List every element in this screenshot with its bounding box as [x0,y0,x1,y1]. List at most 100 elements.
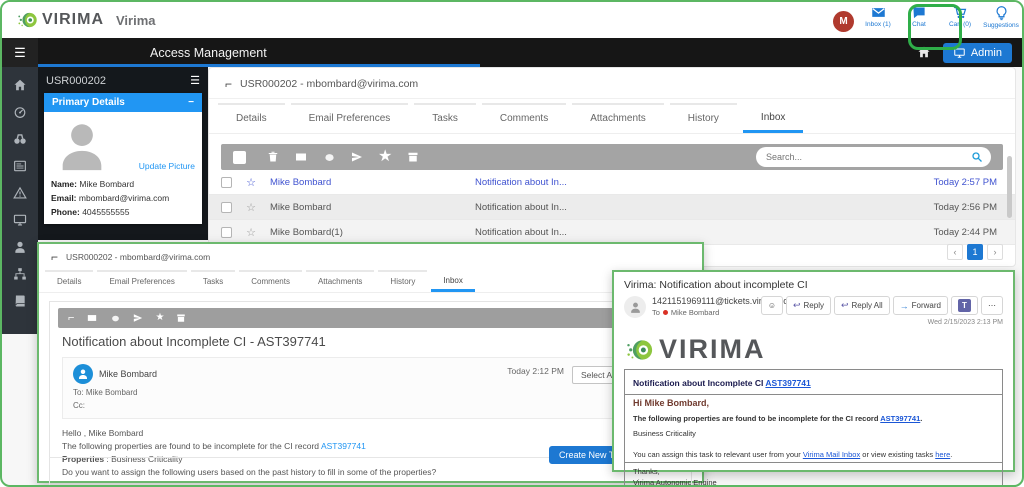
tab-details[interactable]: Details [218,103,285,133]
sender-avatar-icon [624,296,646,318]
inbox-button[interactable]: Inbox (1) [861,5,895,28]
tab-tasks[interactable]: Tasks [414,103,476,133]
teams-share-button[interactable]: T [951,296,978,315]
mark-read-icon[interactable] [110,314,121,323]
forward-button[interactable]: →Forward [893,296,948,315]
select-all-checkbox[interactable] [233,151,246,164]
tab-details[interactable]: Details [45,270,93,292]
mark-unread-icon[interactable] [294,151,308,163]
star-toggle-icon[interactable]: ☆ [232,226,270,239]
home-icon[interactable] [917,44,931,62]
tab-inbox[interactable]: Inbox [743,104,803,133]
ci-record-link[interactable]: AST397741 [880,414,920,423]
reply-arrow-icon: ↩ [793,300,801,311]
virima-logo-text: VIRIMA [42,11,104,29]
mark-read-icon[interactable] [323,152,336,163]
suggestions-button[interactable]: Suggestions [984,5,1018,29]
hamburger-menu-icon[interactable]: ☰ [2,38,38,67]
tab-history[interactable]: History [670,103,737,133]
tab-history[interactable]: History [378,270,427,292]
from-email: 1421151969111@tickets.virima.com [652,296,761,306]
sidebar-home-icon[interactable] [13,78,27,92]
tab-attachments[interactable]: Attachments [306,270,374,292]
email-date: Wed 2/15/2023 2:13 PM [761,319,1003,326]
outlook-email-window: Virima: Notification about incomplete CI… [612,270,1015,472]
row-checkbox[interactable] [221,177,232,188]
teams-icon: T [958,299,971,312]
row-checkbox[interactable] [221,202,232,213]
lightbulb-icon [994,5,1009,21]
admin-button[interactable]: Admin [943,43,1012,63]
virima-mail-inbox-link[interactable]: Virima Mail Inbox [803,450,860,459]
current-page-button[interactable]: 1 [967,244,983,260]
row-checkbox[interactable] [221,227,232,238]
sidebar-docs-icon[interactable] [13,294,27,308]
archive-icon[interactable] [407,151,419,163]
more-actions-button[interactable]: ⋯ [981,296,1003,315]
to-line: To: Mike Bombard [73,387,507,400]
chat-label: Chat [912,21,926,28]
search-input[interactable] [764,151,971,163]
sender-avatar-icon [73,364,93,384]
panel-menu-icon[interactable]: ☰ [190,74,200,87]
star-toggle-icon[interactable]: ☆ [232,176,270,189]
sidebar-records-icon[interactable] [13,159,27,173]
tab-email-preferences[interactable]: Email Preferences [291,103,409,133]
tab-comments[interactable]: Comments [482,103,566,133]
inbox-row-2[interactable]: ☆ Mike Bombard Notification about In... … [209,195,1015,220]
cart-button[interactable]: Cart (0) [943,5,977,28]
collapse-icon[interactable]: − [188,97,194,108]
existing-tasks-link[interactable]: here [935,450,950,459]
tab-email-preferences[interactable]: Email Preferences [97,270,186,292]
update-picture-link[interactable]: Update Picture [139,161,195,171]
back-icon[interactable]: ⌐ [51,250,58,264]
sidebar-users-icon[interactable] [13,240,27,254]
to-line: To Mike Bombard [652,308,761,317]
sidebar-dashboard-icon[interactable] [13,105,27,119]
emoji-reaction-button[interactable]: ☺ [761,296,783,315]
tab-inbox[interactable]: Inbox [431,271,475,292]
tab-attachments[interactable]: Attachments [572,103,664,133]
cart-icon [952,5,968,20]
presence-dot-icon [663,310,668,315]
user-avatar[interactable]: M [833,11,854,32]
chat-button[interactable]: Chat [902,5,936,28]
inbox-search [756,147,991,167]
send-icon[interactable] [133,313,143,323]
primary-details-header[interactable]: Primary Details − [44,93,202,112]
email-heading: Notification about Incomplete CI AST3977… [633,378,811,388]
prev-page-button[interactable]: ‹ [947,244,963,260]
chat-icon [911,5,927,20]
top-bar: VIRIMA Virima M Inbox (1) Chat Cart (0) … [2,2,1022,38]
row-time: Today 2:57 PM [853,177,1003,188]
inbox-row-1[interactable]: ☆ Mike Bombard Notification about In... … [209,170,1015,195]
reply-button[interactable]: ↩Reply [786,296,831,315]
virima-logo-text: VIRIMA [659,334,766,365]
search-icon[interactable] [971,151,983,163]
row-from: Mike Bombard(1) [270,227,475,238]
ci-record-link[interactable]: AST397741 [765,378,810,388]
scrollbar[interactable] [1007,156,1012,218]
sidebar-network-icon[interactable] [13,267,27,281]
sidebar-alerts-icon[interactable] [13,186,27,200]
inbox-label: Inbox (1) [865,21,891,28]
sidebar-assets-icon[interactable] [13,213,27,227]
back-icon[interactable]: ⌐ [225,77,232,91]
email-line-1: The following properties are found to be… [633,414,994,423]
sidebar [2,38,38,334]
record-tabs: Details Email Preferences Tasks Comments… [209,99,1015,134]
row-time: Today 2:56 PM [853,202,1003,213]
sidebar-discovery-icon[interactable] [13,132,27,146]
ci-record-link[interactable]: AST397741 [321,441,366,451]
send-icon[interactable] [351,151,363,163]
reply-all-button[interactable]: ↩Reply All [834,296,890,315]
next-page-button[interactable]: › [987,244,1003,260]
back-icon[interactable]: ⌐ [68,312,74,324]
email-body-box: Notification about Incomplete CI AST3977… [624,369,1003,487]
star-toggle-icon[interactable]: ☆ [232,201,270,214]
mark-unread-icon[interactable] [86,313,98,323]
archive-icon[interactable] [176,313,186,323]
tab-tasks[interactable]: Tasks [191,270,235,292]
delete-icon[interactable] [267,151,279,163]
tab-comments[interactable]: Comments [239,270,302,292]
